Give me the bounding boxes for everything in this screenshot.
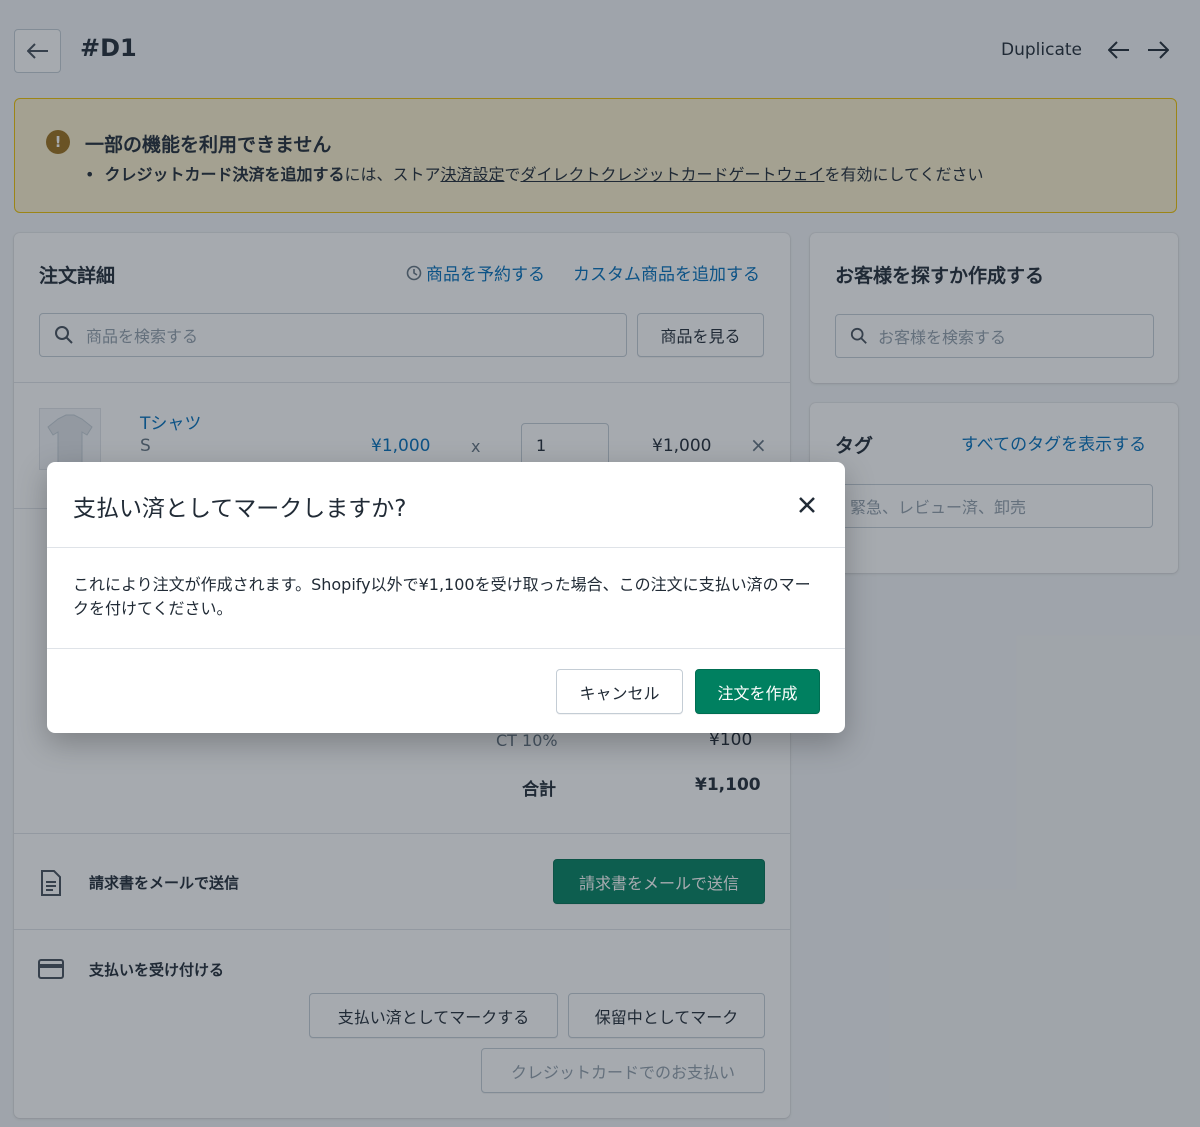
close-icon [799, 497, 815, 513]
close-modal-button[interactable] [795, 493, 819, 517]
cancel-button[interactable]: キャンセル [556, 669, 683, 714]
mark-as-paid-modal: 支払い済としてマークしますか? これにより注文が作成されます。Shopify以外… [47, 462, 845, 733]
create-order-button[interactable]: 注文を作成 [695, 669, 820, 714]
modal-message: これにより注文が作成されます。Shopify以外で¥1,100を受け取った場合、… [73, 575, 811, 618]
divider [47, 648, 845, 649]
modal-title: 支払い済としてマークしますか? [73, 496, 407, 522]
divider [47, 547, 845, 548]
